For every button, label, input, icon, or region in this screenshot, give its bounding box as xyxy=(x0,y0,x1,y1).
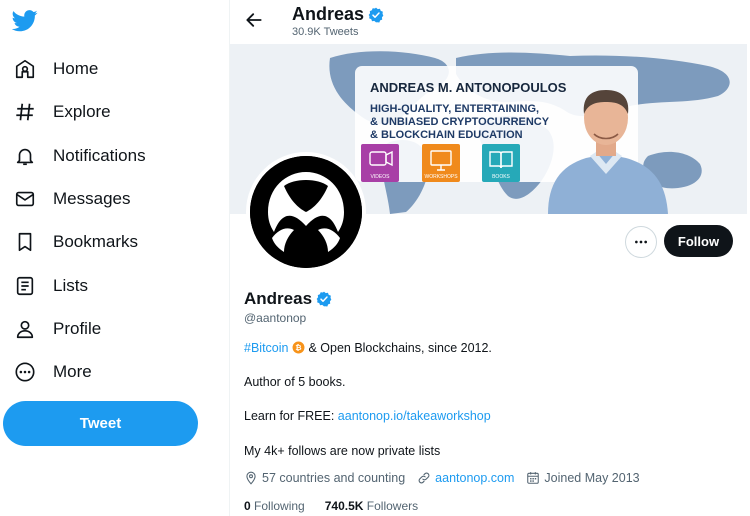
workshop-link[interactable]: aantonop.io/takeaworkshop xyxy=(338,409,491,423)
books-tile: BOOKS xyxy=(482,144,520,182)
videos-tile-label: VIDEOS xyxy=(371,174,391,180)
left-sidebar: Home Explore Notifications Messages Book… xyxy=(0,0,230,516)
follow-button[interactable]: Follow xyxy=(664,225,733,257)
location-text: 57 countries and counting xyxy=(262,471,406,485)
profile-avatar[interactable] xyxy=(246,152,366,272)
tweet-button[interactable]: Tweet xyxy=(3,401,198,446)
link-icon xyxy=(418,472,430,484)
header-name: Andreas xyxy=(292,4,384,25)
bio-line-2: Author of 5 books. xyxy=(244,375,346,389)
profile-name: Andreas xyxy=(244,289,332,309)
banner-tagline-3: & BLOCKCHAIN EDUCATION xyxy=(370,129,523,141)
website-link[interactable]: aantonop.com xyxy=(435,471,514,485)
bookmark-icon xyxy=(12,229,38,255)
sidebar-item-label: Notifications xyxy=(53,146,146,165)
avatar-logo-image xyxy=(250,156,362,268)
sidebar-item-label: Explore xyxy=(53,102,111,121)
banner-tagline-2: & UNBIASED CRYPTOCURRENCY xyxy=(370,116,550,128)
person-icon xyxy=(12,316,38,342)
list-icon xyxy=(12,273,38,299)
workshops-tile-label: WORKSHOPS xyxy=(424,174,458,180)
books-tile-label: BOOKS xyxy=(492,174,510,180)
bio-line-4: My 4k+ follows are now private lists xyxy=(244,444,441,458)
location-pin-icon xyxy=(246,471,256,485)
header-name-text: Andreas xyxy=(292,4,365,24)
tweet-count: 30.9K Tweets xyxy=(292,26,359,38)
joined-text: Joined May 2013 xyxy=(544,471,640,485)
bitcoin-icon: ₿ xyxy=(292,341,305,354)
verified-badge-icon xyxy=(368,7,384,22)
profile-column: Andreas 30.9K Tweets ANDREAS M. ANTONOPO… xyxy=(230,0,747,516)
sidebar-item-label: Home xyxy=(53,59,99,78)
banner-title: ANDREAS M. ANTONOPOULOS xyxy=(370,80,567,95)
bitcoin-hashtag-link[interactable]: #Bitcoin xyxy=(244,341,288,355)
website-item: aantonop.com xyxy=(417,471,514,485)
joined-item: Joined May 2013 xyxy=(526,471,640,485)
hashtag-icon xyxy=(12,99,38,125)
more-dots-icon xyxy=(635,240,647,244)
sidebar-item-label: Lists xyxy=(53,276,88,295)
sidebar-item-label: More xyxy=(53,362,92,381)
workshops-tile: WORKSHOPS xyxy=(422,144,460,182)
home-icon xyxy=(12,56,38,82)
following-label: Following xyxy=(254,499,305,513)
verified-badge-icon xyxy=(316,291,332,307)
calendar-icon xyxy=(527,472,540,484)
profile-name-text: Andreas xyxy=(244,289,313,308)
location-item: 57 countries and counting xyxy=(244,471,405,485)
profile-handle: @aantonop xyxy=(244,311,307,325)
twitter-bird-icon[interactable] xyxy=(12,10,38,32)
back-arrow-icon[interactable] xyxy=(244,10,264,30)
follow-counts: 0 Following 740.5K Followers xyxy=(244,499,418,513)
sidebar-item-label: Messages xyxy=(53,189,131,208)
videos-tile: VIDEOS xyxy=(361,144,399,182)
more-options-button[interactable] xyxy=(625,226,657,258)
bio-line-1: #Bitcoin ₿ & Open Blockchains, since 201… xyxy=(244,341,492,355)
followers-label: Followers xyxy=(366,499,419,513)
followers-count: 740.5K xyxy=(324,499,364,513)
envelope-icon xyxy=(12,186,38,212)
profile-meta: 57 countries and counting aantonop.com J… xyxy=(244,471,652,485)
sidebar-item-label: Profile xyxy=(53,319,102,338)
banner-tagline-1: HIGH-QUALITY, ENTERTAINING, xyxy=(370,103,539,115)
svg-text:₿: ₿ xyxy=(295,343,301,352)
bio-line-1-text: & Open Blockchains, since 2012. xyxy=(308,341,492,355)
bell-icon xyxy=(12,143,38,169)
followers-link[interactable]: 740.5K Followers xyxy=(325,499,418,513)
bio-line-3-prefix: Learn for FREE: xyxy=(244,409,338,423)
following-count: 0 xyxy=(244,499,251,513)
more-circle-icon xyxy=(12,359,38,385)
profile-header: Andreas 30.9K Tweets xyxy=(230,0,747,44)
bio-line-3: Learn for FREE: aantonop.io/takeaworksho… xyxy=(244,409,491,423)
sidebar-item-label: Bookmarks xyxy=(53,232,139,251)
following-link[interactable]: 0 Following xyxy=(244,499,305,513)
